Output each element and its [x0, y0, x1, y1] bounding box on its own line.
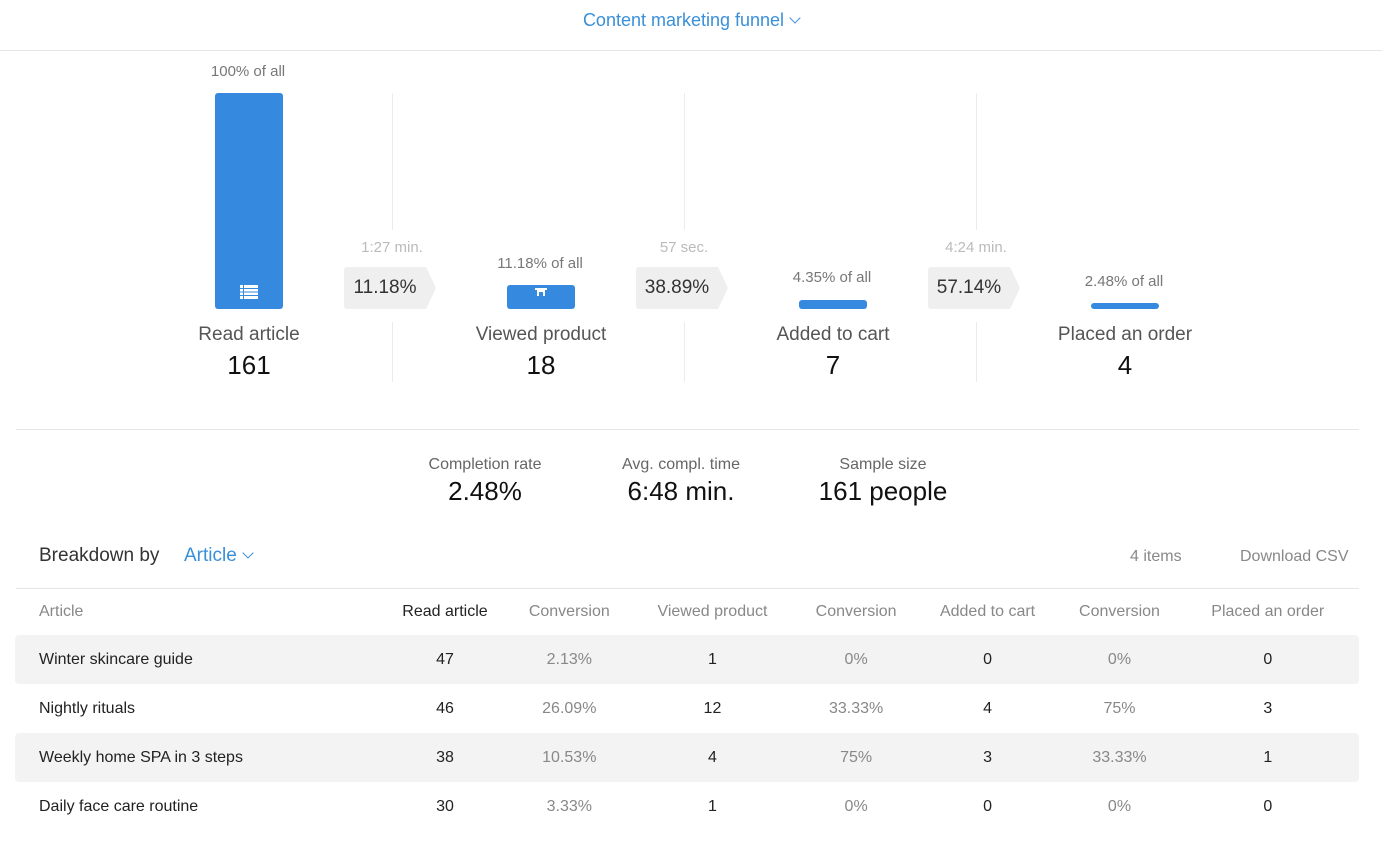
items-count: 4 items [1130, 548, 1182, 565]
step-name: Placed an order [1057, 324, 1193, 345]
transition-conversion: 57.14% [928, 267, 1020, 309]
step-name: Added to cart [776, 324, 890, 345]
divider-line [684, 93, 685, 230]
breakdown-label: Breakdown by [39, 545, 160, 566]
stat-value: 2.48% [448, 476, 522, 506]
count-cell: 3 [1263, 699, 1273, 717]
transition-time: 4:24 min. [945, 239, 1007, 256]
step-bar-viewed-product[interactable] [507, 285, 575, 309]
article-name-cell: Daily face care routine [39, 797, 199, 815]
column-header[interactable]: Read article [377, 589, 514, 635]
column-header[interactable]: Conversion [1062, 589, 1176, 635]
column-header[interactable]: Added to cart [913, 589, 1063, 635]
step-count: 4 [1117, 350, 1133, 380]
count-cell: 1 [707, 797, 717, 815]
divider-line [392, 322, 393, 382]
stat-avg-time: Avg. compl. time 6:48 min. [596, 456, 766, 507]
conversion-cell: 2.13% [513, 635, 626, 684]
count-cell: 1 [625, 635, 800, 684]
stat-label: Sample size [839, 456, 927, 473]
column-header[interactable]: Placed an order [1177, 589, 1359, 635]
count-cell: 0 [1176, 635, 1359, 684]
step-pct-of-all: 4.35% of all [792, 269, 872, 286]
step-pct-of-all: 2.48% of all [1084, 273, 1164, 290]
funnel-title: Content marketing funnel [582, 10, 785, 30]
conversion-cell: 33.33% [828, 699, 884, 717]
chevron-down-icon [789, 12, 801, 24]
divider-line [392, 93, 393, 230]
download-csv-link[interactable]: Download CSV [1240, 548, 1349, 566]
table-header-row: Article Read article Conversion Viewed p… [15, 589, 1359, 635]
conversion-cell: 0% [1062, 635, 1177, 684]
step-count: 18 [526, 350, 556, 380]
step-pct-of-all: 11.18% of all [497, 255, 583, 272]
column-header[interactable]: Viewed product [625, 589, 799, 635]
count-cell: 0 [912, 635, 1063, 684]
conversion-cell: 75% [1103, 699, 1136, 717]
table-row[interactable]: Nightly rituals 46 26.09% 12 33.33% 4 75% 3 [15, 684, 1359, 733]
list-icon [215, 285, 283, 299]
stat-completion-rate: Completion rate 2.48% [400, 456, 570, 507]
divider-line [976, 322, 977, 382]
stat-value: 161 people [818, 476, 948, 506]
step-pct-of-all: 100% of all [210, 63, 286, 80]
step-name: Read article [198, 324, 300, 345]
step-name: Viewed product [475, 324, 607, 345]
conversion-cell: 0% [799, 635, 913, 684]
article-name-cell: Winter skincare guide [15, 635, 377, 684]
count-cell: 46 [436, 699, 454, 717]
table-row[interactable]: Winter skincare guide 47 2.13% 1 0% 0 0% 0 [15, 635, 1359, 684]
breakdown-selector[interactable]: Article [184, 545, 254, 567]
divider-line [684, 322, 685, 382]
column-header[interactable]: Conversion [800, 589, 913, 635]
cart-icon [507, 288, 575, 296]
step-bar-placed-an-order[interactable] [1091, 303, 1159, 309]
conversion-cell: 10.53% [513, 733, 626, 782]
conversion-cell: 0% [1107, 797, 1132, 815]
step-bar-added-to-cart[interactable] [799, 300, 867, 309]
stat-label: Avg. compl. time [622, 456, 740, 473]
divider-line [976, 93, 977, 230]
chevron-down-icon [242, 547, 254, 559]
count-cell: 30 [436, 797, 454, 815]
count-cell: 47 [376, 635, 514, 684]
table-row[interactable]: Daily face care routine 30 3.33% 1 0% 0 0% 0 [15, 782, 1359, 831]
column-header[interactable]: Conversion [513, 589, 625, 635]
count-cell: 4 [983, 699, 992, 717]
transition-time: 57 sec. [659, 239, 709, 256]
stat-sample-size: Sample size 161 people [798, 456, 968, 507]
transition-time: 1:27 min. [361, 239, 423, 256]
stat-label: Completion rate [428, 456, 542, 473]
table-row[interactable]: Weekly home SPA in 3 steps 38 10.53% 4 75% 3 3… [15, 733, 1359, 782]
article-name-cell: Weekly home SPA in 3 steps [15, 733, 377, 782]
conversion-cell: 33.33% [1062, 733, 1177, 782]
conversion-cell: 26.09% [542, 699, 597, 717]
breakdown-selected: Article [184, 545, 237, 566]
transition-conversion: 11.18% [344, 267, 436, 309]
step-bar-read-article[interactable] [215, 93, 283, 309]
step-count: 161 [227, 350, 271, 380]
count-cell: 1 [1176, 733, 1359, 782]
transition-conversion: 38.89% [636, 267, 728, 309]
article-name-cell: Nightly rituals [39, 699, 136, 717]
count-cell: 3 [912, 733, 1063, 782]
conversion-cell: 3.33% [546, 797, 592, 815]
count-cell: 12 [703, 699, 722, 717]
conversion-cell: 0% [844, 797, 868, 815]
step-count: 7 [825, 350, 841, 380]
conversion-cell: 75% [799, 733, 913, 782]
count-cell: 38 [376, 733, 514, 782]
funnel-selector[interactable]: Content marketing funnel [0, 10, 1382, 31]
section-divider [16, 429, 1359, 430]
count-cell: 4 [625, 733, 800, 782]
count-cell: 0 [1263, 797, 1273, 815]
stat-value: 6:48 min. [627, 476, 735, 506]
breakdown-table: Article Read article Conversion Viewed p… [15, 589, 1359, 831]
header: Content marketing funnel [0, 0, 1382, 51]
column-header[interactable]: Article [15, 589, 377, 635]
count-cell: 0 [983, 797, 992, 815]
